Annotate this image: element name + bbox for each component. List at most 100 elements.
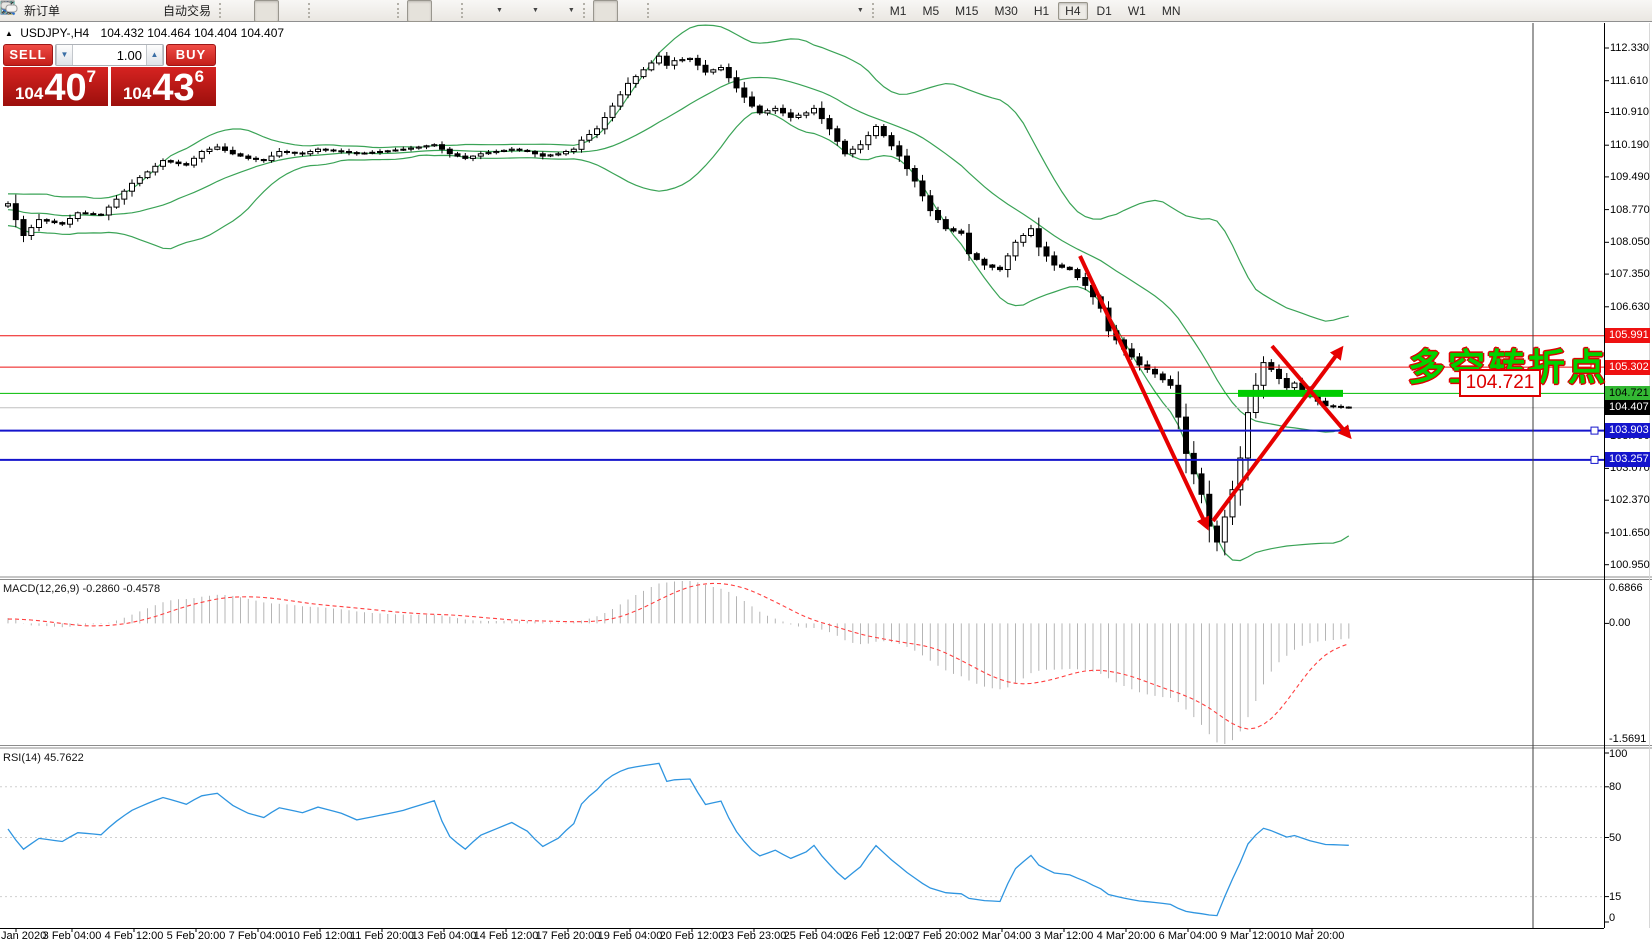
vertical-line-tool[interactable] [657,0,682,22]
crosshair-tool-button[interactable] [618,0,643,22]
dropdown-caret: ▼ [496,7,503,14]
ohlc-bars-icon [233,3,250,19]
timeframe-button-mn[interactable]: MN [1155,2,1188,20]
timeframe-button-m1[interactable]: M1 [883,2,914,20]
new-order-label: 新订单 [24,2,60,19]
tile-windows-button[interactable] [368,0,393,22]
arrows-tool[interactable]: ▼ [832,0,868,22]
toolbar-grip [461,3,467,18]
volume-stepper: ▼ ▲ [55,44,164,66]
timeframe-button-w1[interactable]: W1 [1121,2,1153,20]
toolbar-grip [219,3,225,18]
search-icon[interactable] [1600,3,1617,19]
chart-shift-button[interactable] [432,0,457,22]
auto-trading-label: 自动交易 [163,2,211,19]
dropdown-caret: ▼ [857,7,864,14]
periods-button[interactable]: ▼ [507,0,543,22]
volume-input[interactable] [73,45,146,65]
rsi-line [8,763,1349,915]
trading-terminal-window: 新订单 自动交易 [0,0,1652,943]
auto-trading-icon [143,3,160,19]
one-click-trading-panel: SELL ▼ ▲ BUY 104407 104436 [3,44,216,106]
rsi-levels [0,787,1604,897]
symbol-title: USDJPY-,H4 [20,26,89,40]
add-indicator-button[interactable]: ▼ [471,0,507,22]
trend-arrows[interactable] [1080,256,1349,527]
label-icon: T [811,3,828,19]
toolbar-grip [872,3,878,18]
sell-button[interactable]: SELL [3,44,53,66]
axes [0,23,1609,932]
horizontal-lines[interactable] [0,336,1604,464]
cursor-tool-button[interactable] [593,0,618,22]
macd-label: MACD(12,26,9) -0.2860 -0.4578 [3,583,160,595]
candlestick-icon [258,3,275,19]
price-annotation-label[interactable]: 104.721 [1459,369,1541,397]
auto-scroll-icon [411,3,428,19]
trend-arrow[interactable] [1080,256,1207,527]
chart-area[interactable] [0,0,1652,943]
fibonacci-tool[interactable]: F [757,0,782,22]
buy-price[interactable]: 104436 [111,67,216,106]
sell-price[interactable]: 104407 [3,67,108,106]
volume-decrease-button[interactable]: ▼ [56,45,73,65]
profile-icon [93,3,110,19]
zoom-in-icon [322,3,339,19]
signals-button[interactable] [114,0,139,22]
fibonacci-icon: F [761,3,778,19]
templates-button[interactable]: ▼ [543,0,579,22]
bar-chart-mode-button[interactable] [229,0,254,22]
shapes-icon [836,3,853,19]
timeframe-button-d1[interactable]: D1 [1090,2,1119,20]
trendline-tool[interactable] [707,0,732,22]
timeframe-button-h1[interactable]: H1 [1027,2,1056,20]
buy-button[interactable]: BUY [166,44,216,66]
horizontal-line-icon [686,3,703,19]
toolbar-right-group [1600,3,1652,19]
timeframe-button-m30[interactable]: M30 [987,2,1024,20]
horizontal-line-tool[interactable] [682,0,707,22]
timeframe-toolbar: M1M5M15M30H1H4D1W1MN [882,2,1189,20]
add-indicator-icon [475,3,492,19]
zoom-out-button[interactable] [343,0,368,22]
collapse-icon[interactable]: ▲ [5,29,13,38]
dropdown-caret: ▼ [532,7,539,14]
chart-shift-icon [436,3,453,19]
terminal-button[interactable] [89,0,114,22]
text-tool[interactable]: A [782,0,807,22]
channel-icon: E [736,3,753,19]
timeframe-button-m15[interactable]: M15 [948,2,985,20]
toolbar-grip [583,3,589,18]
toolbar-grip [397,3,403,18]
timeframe-button-h4[interactable]: H4 [1058,2,1087,20]
trendline-icon [711,3,728,19]
line-chart-mode-button[interactable] [279,0,304,22]
text-label-tool[interactable]: T [807,0,832,22]
symbol-ohlc-values: 104.432 104.464 104.404 104.407 [101,26,285,40]
symbol-header: ▲ USDJPY-,H4 104.432 104.464 104.404 104… [5,26,284,40]
cursor-icon [597,3,614,19]
auto-scroll-button[interactable] [407,0,432,22]
candles [6,52,1352,555]
zoom-in-button[interactable] [318,0,343,22]
main-toolbar: 新订单 自动交易 [0,0,1652,22]
gold-bars-icon [68,3,85,19]
text-icon: A [786,3,803,19]
line-chart-icon [283,3,300,19]
toolbar-grip [647,3,653,18]
macd-histogram [8,581,1349,744]
rsi-label: RSI(14) 45.7622 [3,752,84,764]
timeframe-button-m5[interactable]: M5 [915,2,946,20]
clock-icon [511,3,528,19]
dropdown-caret: ▼ [568,7,575,14]
equidistant-channel-tool[interactable]: E [732,0,757,22]
signal-icon [118,3,135,19]
chat-icon[interactable] [1625,3,1642,19]
candlestick-mode-button[interactable] [254,0,279,22]
tile-windows-icon [372,3,389,19]
crosshair-icon [622,3,639,19]
market-watch-button[interactable] [64,0,89,22]
auto-trading-button[interactable]: 自动交易 [139,0,215,22]
volume-increase-button[interactable]: ▲ [146,45,163,65]
toolbar-grip [308,3,314,18]
